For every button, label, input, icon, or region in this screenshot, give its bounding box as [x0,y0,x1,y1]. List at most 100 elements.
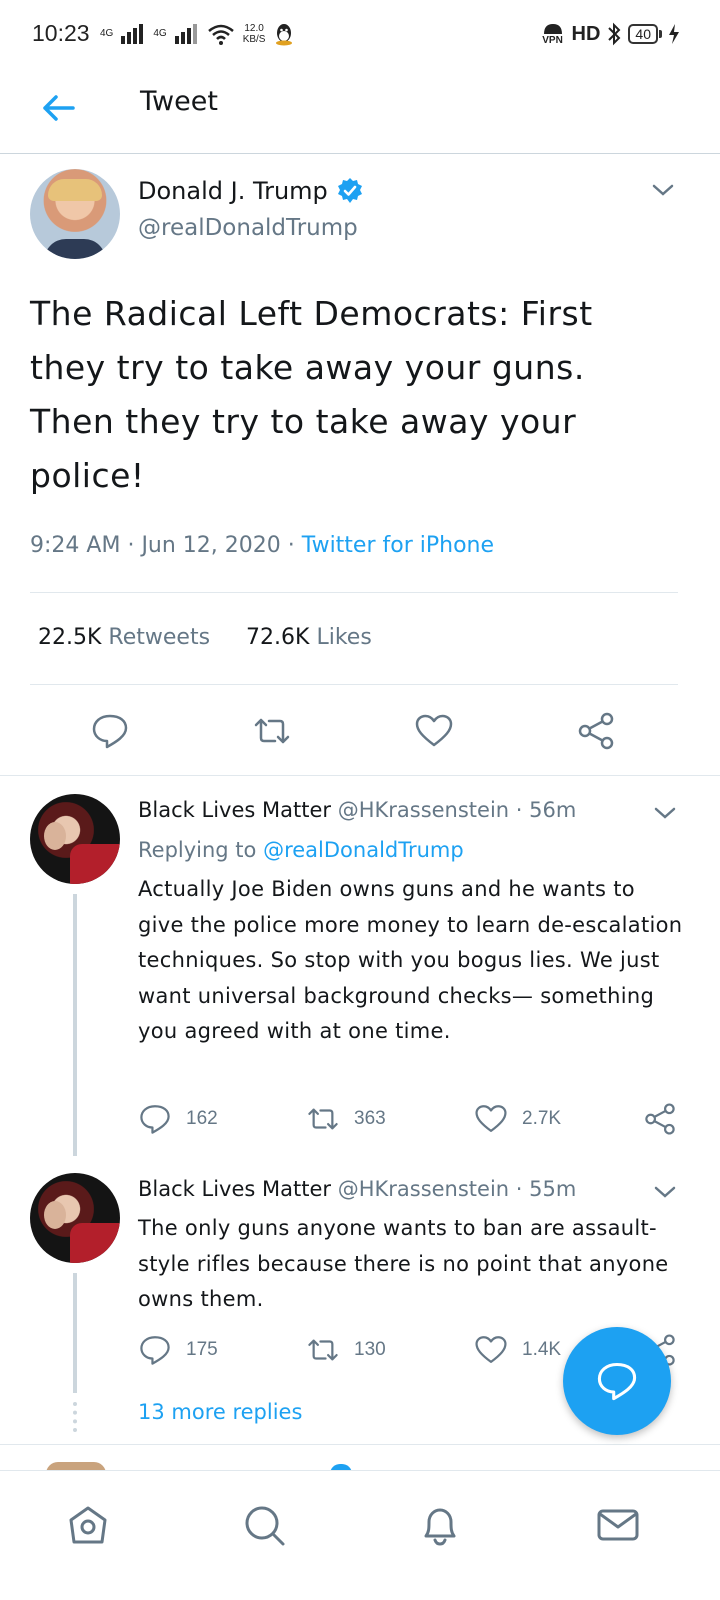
speed-value: 12.0 [244,23,264,34]
network-type-1: 4G [100,28,114,39]
reply-avatar[interactable] [30,1173,120,1263]
qq-icon [276,24,293,46]
status-left-icons: 4G 4G 12.0 KB/S [100,22,295,46]
retweet-button[interactable]: 363 [306,1102,386,1136]
tweet-meta: 9:24 AM · Jun 12, 2020 · Twitter for iPh… [30,533,495,558]
reply-icon[interactable] [90,711,130,751]
replying-to-mention[interactable]: @realDonaldTrump [263,838,464,862]
like-count: 1.4K [522,1339,562,1360]
divider [30,684,678,685]
hd-indicator: HD [571,22,601,45]
signal-icon [121,24,144,44]
reply-text: The only guns anyone wants to ban are as… [138,1216,669,1311]
reply-time: 55m [529,1177,577,1201]
vpn-label: VPN [542,35,563,46]
reply-count: 162 [186,1108,218,1129]
share-icon[interactable] [576,711,616,751]
reply-actions: 162 363 2.7K [138,1102,683,1142]
like-button[interactable]: 1.4K [474,1333,561,1367]
thread-line [73,894,77,1156]
home-icon [69,1506,107,1544]
author-handle[interactable]: @realDonaldTrump [138,215,358,241]
like-icon [475,1105,507,1133]
search-icon [245,1506,285,1546]
tweet-text: The Radical Left Democrats: First they t… [30,294,593,495]
charging-icon [669,24,679,44]
tweet-source[interactable]: Twitter for iPhone [302,533,494,558]
retweets-label: Retweets [108,625,211,650]
back-arrow-icon [43,95,75,121]
reply-author-handle[interactable]: @HKrassenstein [338,798,509,822]
likes-label: Likes [316,625,372,650]
verified-badge-icon [337,178,362,203]
more-replies-link[interactable]: 13 more replies [138,1400,302,1424]
share-button[interactable] [643,1102,677,1136]
divider [0,775,720,776]
status-bar: 10:23 4G 4G 12.0 KB/S VPN HD 40 [0,0,720,72]
retweet-icon [308,1108,338,1130]
vpn-icon: VPN [540,22,566,46]
author-name-row[interactable]: Donald J. Trump [138,177,364,205]
retweet-button[interactable]: 130 [306,1333,386,1367]
likes-count: 72.6K [246,625,310,650]
reply-icon [140,1105,170,1134]
back-button[interactable] [36,86,80,130]
reply-button[interactable]: 175 [138,1333,218,1367]
battery-icon: 40 [628,24,662,44]
status-right-icons: VPN HD 40 [540,22,680,46]
tweet-date: Jun 12, 2020 [141,533,281,558]
reply-icon [140,1336,170,1365]
tweet-header: Tweet [0,72,720,154]
reply-count: 175 [186,1339,218,1360]
divider [0,1444,720,1445]
messages-icon [597,1509,639,1541]
bottom-navigation [0,1470,720,1600]
reply-header: Black Lives Matter @HKrassenstein · 55m [138,1177,577,1201]
like-button[interactable]: 2.7K [474,1102,561,1136]
author-name: Donald J. Trump [138,177,328,205]
nav-search[interactable] [236,1497,292,1553]
reply-button[interactable]: 162 [138,1102,218,1136]
page-title: Tweet [140,86,218,117]
like-count: 2.7K [522,1108,562,1129]
compose-reply-icon [597,1362,637,1401]
nav-notifications[interactable] [412,1497,468,1553]
chevron-down-icon[interactable] [648,175,678,205]
retweets-count: 22.5K [38,625,102,650]
wifi-icon [207,24,234,45]
reply-header: Black Lives Matter @HKrassenstein · 56m [138,798,577,822]
retweet-count: 363 [354,1108,386,1129]
reply-author-name[interactable]: Black Lives Matter [138,798,331,822]
compose-reply-button[interactable] [563,1327,671,1435]
tweet-actions [0,705,720,765]
reply-author-handle[interactable]: @HKrassenstein [338,1177,509,1201]
retweet-icon [308,1339,338,1361]
battery-level: 40 [628,24,658,44]
like-icon [475,1336,507,1364]
nav-messages[interactable] [590,1497,646,1553]
likes-stat[interactable]: 72.6K Likes [246,625,372,650]
author-avatar[interactable] [30,169,120,259]
retweet-count: 130 [354,1339,386,1360]
network-type-2: 4G [153,28,167,39]
notifications-icon [424,1508,456,1546]
tweet-time: 9:24 AM [30,533,121,558]
retweet-icon[interactable] [252,711,292,751]
thread-line [73,1273,77,1393]
replying-to: Replying to @realDonaldTrump [138,838,464,862]
status-time: 10:23 [32,20,90,46]
bluetooth-icon [608,22,621,46]
reply-avatar[interactable] [30,794,120,884]
signal-icon [174,24,197,44]
like-icon[interactable] [414,711,454,751]
reply-time: 56m [529,798,577,822]
share-icon [645,1103,675,1135]
speed-unit: KB/S [242,34,266,45]
reply-author-name[interactable]: Black Lives Matter [138,1177,331,1201]
replying-to-label: Replying to [138,838,257,862]
retweets-stat[interactable]: 22.5K Retweets [38,625,210,650]
chevron-down-icon[interactable] [650,798,680,828]
chevron-down-icon[interactable] [650,1177,680,1207]
nav-home[interactable] [60,1497,116,1553]
reply-text: Actually Joe Biden owns guns and he want… [138,877,683,1043]
